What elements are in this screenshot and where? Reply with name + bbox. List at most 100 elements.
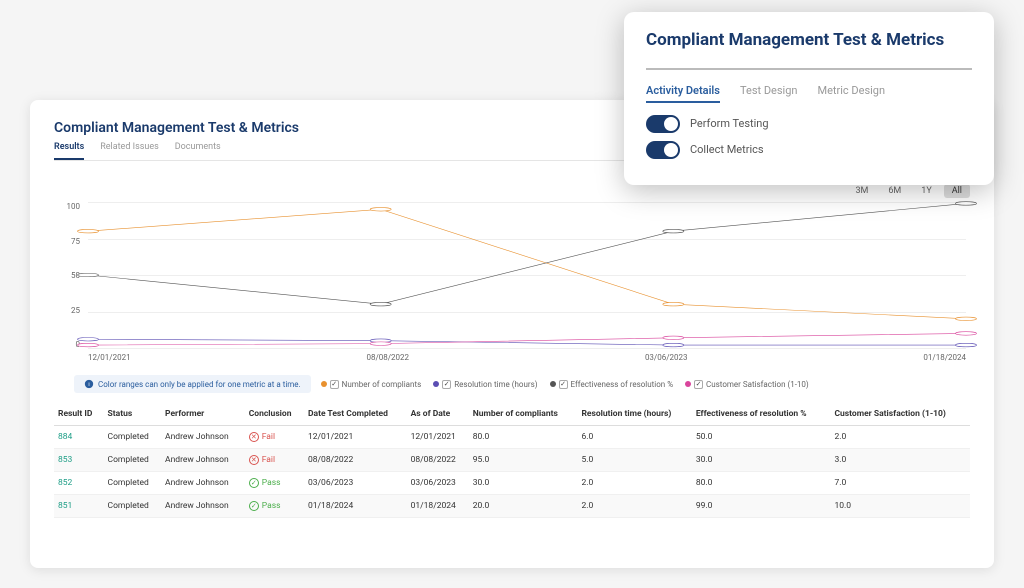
subtab-results[interactable]: Results	[54, 142, 84, 160]
legend-item[interactable]: ✓Effectiveness of resolution %	[550, 380, 674, 389]
y-tick: 50	[54, 271, 80, 280]
col-header[interactable]: As of Date	[407, 403, 469, 426]
overlay-tab-activity-details[interactable]: Activity Details	[646, 84, 720, 103]
toggle-label: Collect Metrics	[690, 143, 764, 156]
compliants-cell: 30.0	[469, 472, 578, 495]
gridline	[88, 348, 966, 349]
series-point[interactable]	[370, 208, 391, 212]
col-header[interactable]: Status	[104, 403, 162, 426]
results-table: Result IDStatusPerformerConclusionDate T…	[54, 403, 970, 518]
check-icon: ✓	[249, 478, 259, 488]
col-header[interactable]: Result ID	[54, 403, 104, 426]
table-row[interactable]: 884CompletedAndrew Johnson✕Fail12/01/202…	[54, 426, 970, 449]
col-header[interactable]: Number of compliants	[469, 403, 578, 426]
date-completed-cell: 03/06/2023	[304, 472, 407, 495]
legend-checkbox[interactable]: ✓	[559, 380, 568, 389]
satisfaction-cell: 3.0	[830, 449, 970, 472]
effectiveness-cell: 99.0	[692, 495, 831, 518]
date-completed-cell: 01/18/2024	[304, 495, 407, 518]
series-point[interactable]	[663, 336, 684, 340]
table-row[interactable]: 851CompletedAndrew Johnson✓Pass01/18/202…	[54, 495, 970, 518]
compliants-cell: 95.0	[469, 449, 578, 472]
legend-dot-icon	[321, 381, 327, 387]
series-point[interactable]	[955, 202, 976, 206]
x-axis: 12/01/202108/08/202203/06/202301/18/2024	[88, 353, 966, 367]
legend-label: Customer Satisfaction (1-10)	[706, 380, 809, 389]
legend-label: Number of compliants	[342, 380, 422, 389]
series-point[interactable]	[77, 343, 98, 347]
effectiveness-cell: 80.0	[692, 472, 831, 495]
series-point[interactable]	[77, 337, 98, 341]
overlay-tab-metric-design[interactable]: Metric Design	[817, 84, 885, 103]
series-point[interactable]	[77, 273, 98, 277]
series-point[interactable]	[370, 342, 391, 346]
legend-item[interactable]: ✓Number of compliants	[321, 380, 422, 389]
x-icon: ✕	[249, 455, 259, 465]
effectiveness-cell: 30.0	[692, 449, 831, 472]
series-line	[88, 333, 966, 345]
series-point[interactable]	[955, 317, 976, 321]
series-point[interactable]	[663, 229, 684, 233]
col-header[interactable]: Performer	[161, 403, 245, 426]
legend-checkbox[interactable]: ✓	[442, 380, 451, 389]
y-tick: 75	[54, 237, 80, 246]
resolution-cell: 2.0	[577, 472, 691, 495]
subtab-related-issues[interactable]: Related Issues	[100, 142, 159, 160]
satisfaction-cell: 7.0	[830, 472, 970, 495]
legend-item[interactable]: ✓Customer Satisfaction (1-10)	[685, 380, 809, 389]
col-header[interactable]: Effectiveness of resolution %	[692, 403, 831, 426]
toggle-collect-metrics[interactable]	[646, 141, 680, 159]
range-3m[interactable]: 3M	[847, 184, 876, 198]
legend-checkbox[interactable]: ✓	[694, 380, 703, 389]
status-cell: Completed	[104, 426, 162, 449]
legend-item[interactable]: ✓Resolution time (hours)	[433, 380, 537, 389]
series-point[interactable]	[955, 332, 976, 336]
resolution-cell: 6.0	[577, 426, 691, 449]
overlay-title: Compliant Management Test & Metrics	[646, 30, 972, 58]
col-header[interactable]: Customer Satisfaction (1-10)	[830, 403, 970, 426]
performer-cell: Andrew Johnson	[161, 472, 245, 495]
performer-cell: Andrew Johnson	[161, 426, 245, 449]
result-id-cell[interactable]: 853	[54, 449, 104, 472]
col-header[interactable]: Date Test Completed	[304, 403, 407, 426]
legend-row: i Color ranges can only be applied for o…	[54, 375, 970, 393]
series-point[interactable]	[77, 229, 98, 233]
legend-checkbox[interactable]: ✓	[330, 380, 339, 389]
series-line	[88, 209, 966, 318]
table-row[interactable]: 853CompletedAndrew Johnson✕Fail08/08/202…	[54, 449, 970, 472]
col-header[interactable]: Conclusion	[245, 403, 304, 426]
range-all[interactable]: All	[944, 184, 970, 198]
x-tick: 12/01/2021	[88, 353, 131, 367]
series-point[interactable]	[370, 302, 391, 306]
toggle-perform-testing[interactable]	[646, 115, 680, 133]
conclusion-cell: ✓Pass	[245, 472, 304, 495]
x-tick: 08/08/2022	[366, 353, 409, 367]
y-tick: 100	[54, 202, 80, 211]
overlay-tab-test-design[interactable]: Test Design	[740, 84, 798, 103]
compliants-cell: 80.0	[469, 426, 578, 449]
legend-dot-icon	[550, 381, 556, 387]
toggle-row-perform-testing: Perform Testing	[646, 115, 972, 133]
range-1y[interactable]: 1Y	[913, 184, 939, 198]
range-6m[interactable]: 6M	[880, 184, 909, 198]
as-of-cell: 01/18/2024	[407, 495, 469, 518]
series-point[interactable]	[663, 343, 684, 347]
result-id-cell[interactable]: 884	[54, 426, 104, 449]
legend-dot-icon	[433, 381, 439, 387]
result-id-cell[interactable]: 852	[54, 472, 104, 495]
series-point[interactable]	[955, 343, 976, 347]
overlay-divider	[646, 68, 972, 70]
svg-text:i: i	[88, 382, 89, 388]
series-point[interactable]	[663, 302, 684, 306]
date-completed-cell: 12/01/2021	[304, 426, 407, 449]
subtab-documents[interactable]: Documents	[175, 142, 221, 160]
table-row[interactable]: 852CompletedAndrew Johnson✓Pass03/06/202…	[54, 472, 970, 495]
as-of-cell: 08/08/2022	[407, 449, 469, 472]
resolution-cell: 5.0	[577, 449, 691, 472]
result-id-cell[interactable]: 851	[54, 495, 104, 518]
col-header[interactable]: Resolution time (hours)	[577, 403, 691, 426]
satisfaction-cell: 2.0	[830, 426, 970, 449]
performer-cell: Andrew Johnson	[161, 449, 245, 472]
toggle-row-collect-metrics: Collect Metrics	[646, 141, 972, 159]
as-of-cell: 12/01/2021	[407, 426, 469, 449]
